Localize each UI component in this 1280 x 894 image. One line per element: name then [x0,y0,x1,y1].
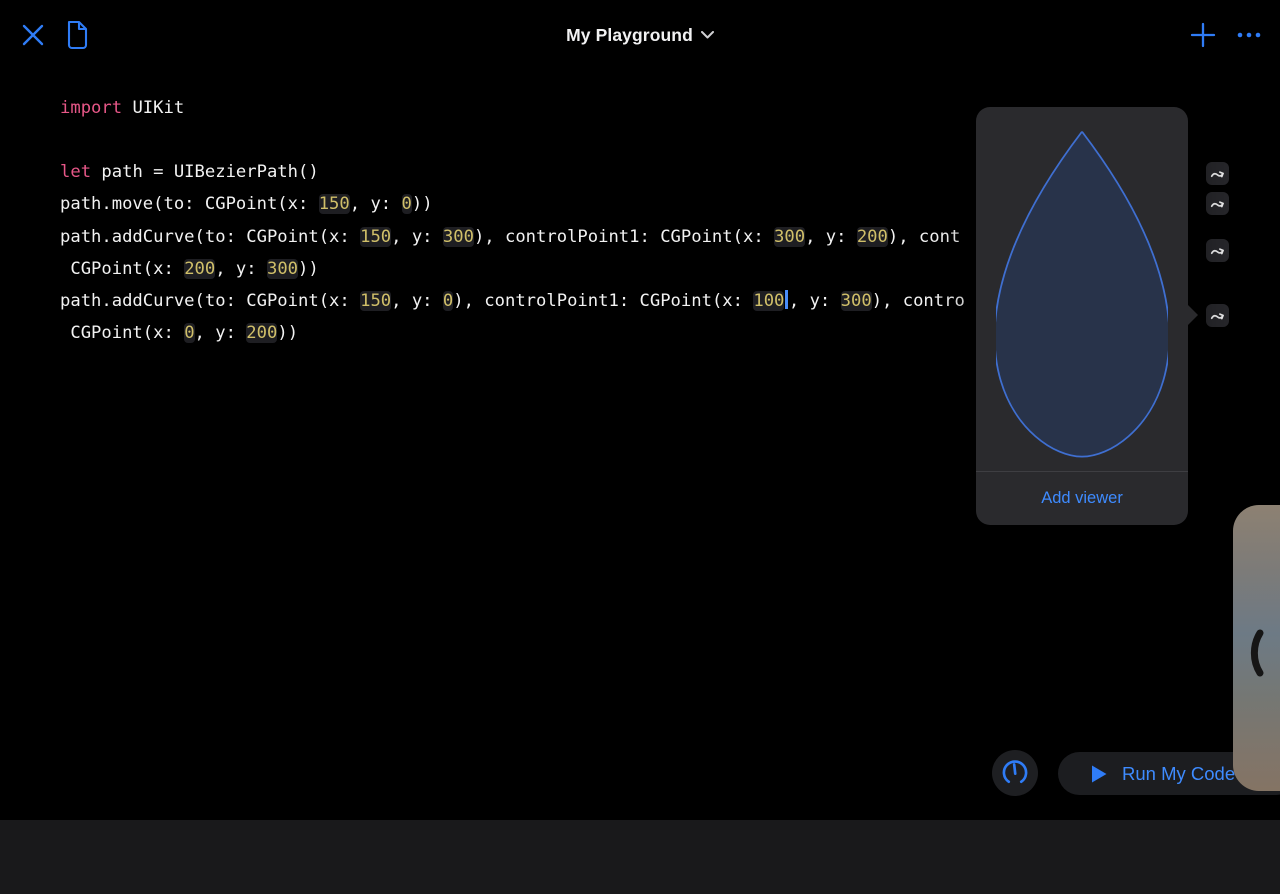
shape-preview [976,107,1188,472]
code-token: , y: [194,322,247,343]
teardrop-shape [996,131,1168,458]
play-icon [1092,765,1107,782]
add-button[interactable] [1189,21,1217,49]
code-token: )) [277,322,299,343]
code-token: path = UIBezierPath() [91,162,319,183]
number-literal: 0 [401,194,412,215]
number-literal: 150 [360,226,392,247]
number-literal: 300 [266,258,299,279]
plus-icon [1190,22,1216,48]
execution-speed-button[interactable] [992,750,1038,796]
code-token: ), cont [887,226,961,247]
inline-result-button[interactable] [1206,162,1229,185]
code-token: CGPoint(x: [60,322,185,343]
slide-over-edge[interactable] [1233,505,1280,791]
popup-tail-pointer [1188,305,1198,325]
code-token: , y: [349,194,402,215]
ellipsis-icon [1237,32,1261,38]
number-literal: 300 [774,226,806,247]
code-token: , y: [215,258,267,279]
number-literal: 100 [753,290,785,311]
keyword-token: import [60,98,123,118]
number-literal: 0 [184,322,195,343]
keyword-token: let [60,162,92,183]
add-viewer-button[interactable]: Add viewer [976,472,1188,525]
code-token: UIKit [122,98,185,118]
viewer-popup: Add viewer [976,107,1198,525]
inline-result-button[interactable] [1206,239,1229,262]
number-literal: 150 [318,194,350,215]
number-literal: 0 [442,290,454,311]
number-literal: 150 [360,290,392,311]
top-toolbar: My Playground [0,0,1280,70]
number-literal: 300 [840,290,872,311]
code-token: , y: [391,290,443,311]
text-cursor [785,289,788,309]
chevron-down-icon [700,31,714,39]
code-token: )) [411,194,433,215]
slide-over-handle-icon [1250,629,1264,677]
code-token: ), contro [871,290,965,311]
speedometer-icon [1002,760,1028,784]
playground-title-menu[interactable]: My Playground [0,0,1280,70]
number-literal: 200 [856,226,888,247]
wave-arrow-icon [1210,171,1224,178]
keyboard-accessory-bar: .==!=<><=>=+-*/%&<<&>>&|^.....< [0,820,1280,894]
more-options-button[interactable] [1236,26,1262,44]
code-token: path.move(to: CGPoint(x: [60,194,319,215]
code-token: CGPoint(x: [60,258,185,279]
inline-result-button[interactable] [1206,192,1229,215]
wave-arrow-icon [1210,248,1224,255]
code-token: ), controlPoint1: CGPoint(x: [453,290,754,311]
number-literal: 300 [442,226,474,247]
code-token: , y: [788,290,841,311]
code-token: path.addCurve(to: CGPoint(x: [60,290,361,311]
swift-playgrounds-window: My Playground import UIKit let path = UIB… [0,0,1280,894]
code-token: path.addCurve(to: CGPoint(x: [60,226,361,247]
wave-arrow-icon [1210,201,1224,208]
number-literal: 200 [184,258,216,279]
inline-result-button[interactable] [1206,304,1229,327]
wave-arrow-icon [1210,313,1224,320]
code-token: , y: [391,226,443,247]
code-token: )) [298,258,319,279]
code-token: , y: [805,226,857,247]
number-literal: 200 [246,322,278,343]
code-token: ), controlPoint1: CGPoint(x: [473,226,775,247]
page-title: My Playground [566,24,693,45]
